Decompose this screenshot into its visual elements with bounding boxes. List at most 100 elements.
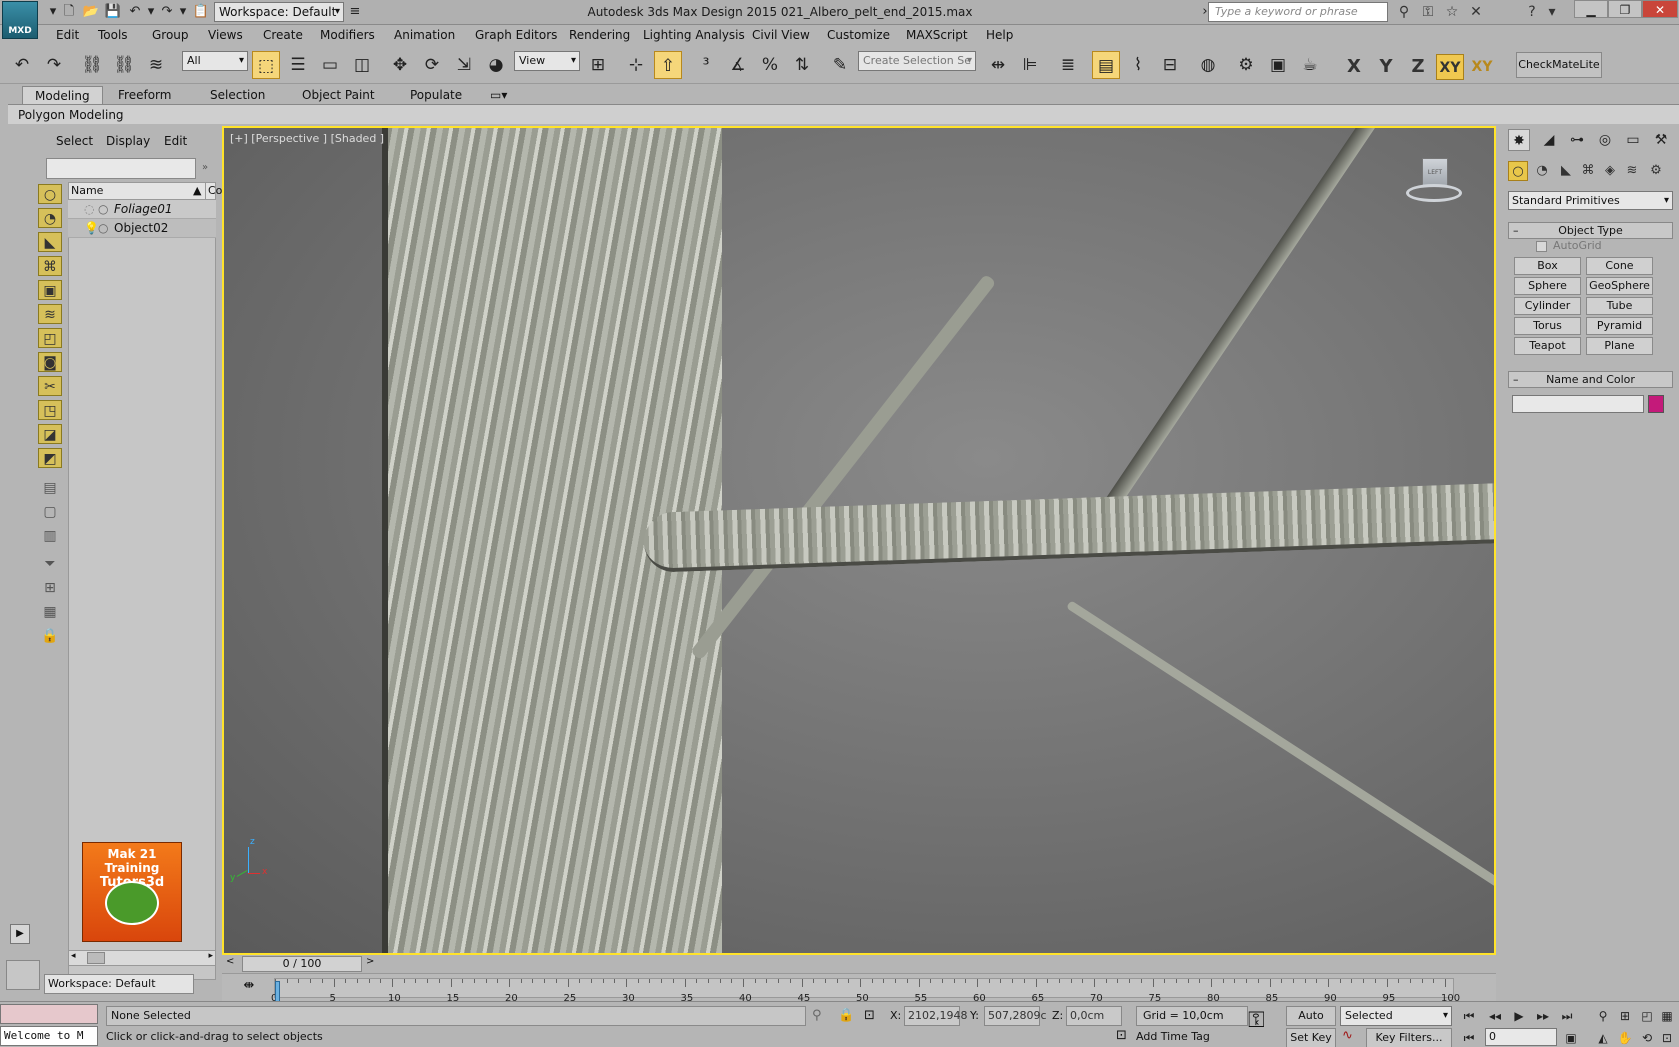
select-object-icon[interactable]: ⬚ bbox=[252, 51, 280, 79]
explorer-search-input[interactable] bbox=[46, 158, 196, 179]
menu-maxscript[interactable]: MAXScript bbox=[906, 27, 968, 43]
maxscript-listener-input[interactable]: Welcome to M bbox=[0, 1026, 98, 1046]
explorer-horizontal-scrollbar[interactable]: ◂ ▸ bbox=[68, 950, 216, 966]
column-extra[interactable]: Co bbox=[205, 183, 222, 199]
y-coord-field[interactable]: 507,2809c bbox=[984, 1006, 1047, 1026]
cameras-category-icon[interactable]: ⌘ bbox=[1578, 161, 1598, 181]
tube-button[interactable]: Tube bbox=[1586, 297, 1653, 315]
pivot-center-icon[interactable]: ⊞ bbox=[584, 51, 612, 79]
selection-filter-dropdown[interactable]: All bbox=[182, 51, 248, 71]
add-time-tag-button[interactable]: Add Time Tag bbox=[1136, 1030, 1210, 1043]
zoom-all-icon[interactable]: ⊞ bbox=[1614, 1006, 1636, 1026]
subscription-key-icon[interactable]: ⚿ bbox=[1418, 2, 1438, 22]
explorer-workspace-field[interactable]: Workspace: Default bbox=[44, 974, 194, 994]
object-name-input[interactable] bbox=[1512, 395, 1644, 413]
selection-lock-icon[interactable]: 🔒 bbox=[838, 1008, 854, 1023]
teapot-button[interactable]: Teapot bbox=[1514, 337, 1581, 355]
scroll-thumb[interactable] bbox=[87, 952, 105, 964]
set-key-icon[interactable]: ⚿ bbox=[1248, 1008, 1265, 1033]
axis-xy-icon[interactable]: XY bbox=[1436, 54, 1464, 80]
zoom-extents-all-icon[interactable]: ▦ bbox=[1656, 1006, 1678, 1026]
render-setup-icon[interactable]: ⚙ bbox=[1232, 51, 1260, 79]
reference-coordinate-dropdown[interactable]: View bbox=[514, 51, 580, 71]
orbit-icon[interactable]: ⟲ bbox=[1636, 1028, 1658, 1047]
spacewarps-filter-icon[interactable]: ≋ bbox=[38, 304, 62, 324]
tab-populate[interactable]: Populate bbox=[398, 86, 474, 105]
autogrid-check-box[interactable] bbox=[1536, 240, 1547, 252]
shapes-category-icon[interactable]: ◔ bbox=[1532, 161, 1552, 181]
layer-manager-icon[interactable]: ≣ bbox=[1054, 51, 1082, 79]
geometry-category-icon[interactable]: ○ bbox=[1508, 161, 1528, 181]
previous-frame-icon[interactable]: ◂◂ bbox=[1484, 1006, 1506, 1026]
help-search-input[interactable]: Type a keyword or phrase bbox=[1208, 2, 1388, 22]
checkmate-button[interactable]: CheckMateLite bbox=[1516, 52, 1602, 78]
filter-funnel-icon[interactable]: ⏷ bbox=[38, 554, 62, 574]
lock-cell-icon[interactable]: 🔒 bbox=[38, 626, 62, 646]
time-prev-icon[interactable]: < bbox=[226, 956, 234, 967]
render-production-icon[interactable]: ☕ bbox=[1296, 51, 1324, 79]
hidden-filter-icon[interactable]: ◩ bbox=[38, 448, 62, 468]
column-name[interactable]: Name bbox=[71, 183, 103, 199]
toggle-scene-explorer-icon[interactable]: ▤ bbox=[1092, 51, 1120, 79]
helpers-filter-icon[interactable]: ▣ bbox=[38, 280, 62, 300]
helpers-category-icon[interactable]: ◈ bbox=[1600, 161, 1620, 181]
hierarchy-tab-icon[interactable]: ⊶ bbox=[1566, 129, 1588, 151]
maxscript-mini-listener-button[interactable] bbox=[6, 960, 40, 990]
track-bar[interactable]: ⇼ 05101520253035404550556065707580859095… bbox=[222, 973, 1496, 1004]
geosphere-button[interactable]: GeoSphere bbox=[1586, 277, 1653, 295]
menu-civil-view[interactable]: Civil View bbox=[752, 27, 810, 43]
current-frame-field[interactable]: 0 bbox=[1485, 1028, 1557, 1046]
list-item[interactable]: ◌ ○ Foliage01 bbox=[68, 200, 216, 219]
tree-branch-mesh[interactable] bbox=[689, 273, 997, 661]
tab-selection[interactable]: Selection bbox=[198, 86, 277, 105]
object-type-rollout[interactable]: Object Type bbox=[1508, 222, 1673, 239]
systems-category-icon[interactable]: ⚙ bbox=[1646, 161, 1666, 181]
modify-tab-icon[interactable]: ◢ bbox=[1538, 129, 1560, 151]
viewcube[interactable]: LEFT bbox=[1406, 158, 1462, 210]
set-key-button[interactable]: Set Key bbox=[1286, 1028, 1336, 1047]
time-slider[interactable]: < 0 / 100 > bbox=[222, 955, 1496, 973]
cylinder-button[interactable]: Cylinder bbox=[1514, 297, 1581, 315]
select-and-scale-icon[interactable]: ⇲ bbox=[450, 51, 478, 79]
go-to-start-icon[interactable]: ⏮ bbox=[1458, 1006, 1480, 1026]
zoom-extents-icon[interactable]: ◰ bbox=[1636, 1006, 1658, 1026]
viewport-label[interactable]: [+] [Perspective ] [Shaded ] bbox=[230, 132, 384, 145]
axis-x-icon[interactable]: X bbox=[1340, 54, 1368, 80]
cone-button[interactable]: Cone bbox=[1586, 257, 1653, 275]
menu-tools[interactable]: Tools bbox=[98, 27, 128, 43]
display-none-icon[interactable]: ▢ bbox=[38, 502, 62, 522]
track-bar-ruler[interactable]: 0510152025303540455055606570758085909510… bbox=[271, 978, 1460, 1004]
key-filters-button[interactable]: Key Filters... bbox=[1366, 1028, 1452, 1047]
absolute-transform-icon[interactable]: ⊡ bbox=[864, 1008, 875, 1023]
box-button[interactable]: Box bbox=[1514, 257, 1581, 275]
unlink-selection-icon[interactable]: ⛓ bbox=[110, 51, 138, 79]
bind-to-space-warp-icon[interactable]: ≋ bbox=[142, 51, 170, 79]
lights-category-icon[interactable]: ◣ bbox=[1556, 161, 1576, 181]
auto-key-button[interactable]: Auto Key bbox=[1286, 1006, 1336, 1040]
scroll-left-icon[interactable]: ◂ bbox=[71, 951, 76, 961]
named-selection-dropdown[interactable]: Create Selection Se bbox=[858, 51, 976, 71]
sync-selection-icon[interactable]: ▦ bbox=[38, 602, 62, 622]
field-of-view-icon[interactable]: ◭ bbox=[1592, 1028, 1614, 1047]
menu-edit[interactable]: Edit bbox=[56, 27, 79, 43]
perspective-viewport[interactable]: [+] [Perspective ] [Shaded ] LEFT z x y bbox=[222, 126, 1496, 955]
motion-tab-icon[interactable]: ◎ bbox=[1594, 129, 1616, 151]
menu-views[interactable]: Views bbox=[208, 27, 243, 43]
x-coord-field[interactable]: 2102,1948 bbox=[904, 1006, 968, 1026]
select-and-rotate-icon[interactable]: ⟳ bbox=[418, 51, 446, 79]
menu-help[interactable]: Help bbox=[986, 27, 1013, 43]
menu-animation[interactable]: Animation bbox=[394, 27, 455, 43]
explorer-menu-display[interactable]: Display bbox=[106, 134, 150, 148]
spinner-snap-icon[interactable]: ⇅ bbox=[788, 51, 816, 79]
frozen-filter-icon[interactable]: ◪ bbox=[38, 424, 62, 444]
snaps-toggle-icon[interactable]: ³ bbox=[692, 51, 720, 79]
name-and-color-rollout[interactable]: Name and Color bbox=[1508, 371, 1673, 388]
geometry-filter-icon[interactable]: ○ bbox=[38, 184, 62, 204]
redo-tool-icon[interactable]: ↷ bbox=[40, 51, 68, 79]
rectangular-selection-icon[interactable]: ▭ bbox=[316, 51, 344, 79]
menu-lighting-analysis[interactable]: Lighting Analysis bbox=[643, 27, 745, 43]
menu-group[interactable]: Group bbox=[152, 27, 189, 43]
close-button[interactable]: ✕ bbox=[1642, 0, 1678, 18]
menu-modifiers[interactable]: Modifiers bbox=[320, 27, 375, 43]
menu-create[interactable]: Create bbox=[263, 27, 303, 43]
